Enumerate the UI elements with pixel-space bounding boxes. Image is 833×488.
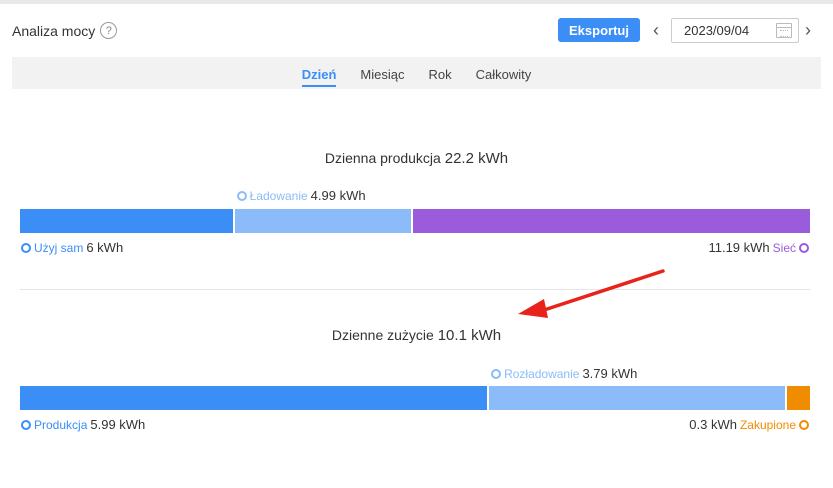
top-border [0, 0, 833, 4]
legend-purchased: 0.3 kWh Zakupione [689, 417, 809, 432]
legend-self-use-label: Użyj sam [34, 240, 84, 255]
legend-production-value: 5.99 kWh [90, 417, 146, 432]
self-use-dot-icon [21, 242, 31, 253]
production-bar-grid[interactable] [413, 209, 810, 233]
date-value: 2023/09/04 [684, 23, 750, 38]
production-bar-self-use[interactable] [20, 209, 233, 233]
legend-discharging-label: Rozładowanie [504, 366, 580, 381]
consumption-title: Dzienne zużycie 10.1 kWh [0, 327, 833, 344]
date-picker[interactable]: 2023/09/04 [671, 18, 799, 43]
legend-discharging-value: 3.79 kWh [582, 366, 638, 381]
legend-discharging: Rozładowanie 3.79 kWh [491, 366, 637, 381]
tab-month[interactable]: Miesiąc [348, 57, 416, 89]
legend-grid-value: 11.19 kWh [708, 240, 770, 255]
legend-charging-label: Ładowanie [249, 188, 308, 203]
help-icon[interactable]: ? [100, 22, 118, 39]
purchased-dot-icon [799, 419, 809, 430]
tab-day[interactable]: Dzień [290, 57, 349, 89]
legend-charging: Ładowanie 4.99 kWh [236, 188, 366, 203]
discharging-dot-icon [491, 368, 502, 379]
section-divider [20, 289, 810, 290]
legend-self-use-value: 6 kWh [86, 240, 124, 255]
period-tabs: Dzień Miesiąc Rok Całkowity [12, 57, 821, 89]
page-title-text: Analiza mocy [12, 22, 96, 39]
production-title-value: 22.2 kWh [444, 150, 509, 167]
consumption-title-text: Dzienne zużycie [331, 327, 434, 343]
legend-purchased-label: Zakupione [739, 417, 796, 432]
production-dot-icon [21, 419, 31, 430]
legend-grid: 11.19 kWh Sieć [708, 240, 809, 255]
consumption-title-value: 10.1 kWh [437, 327, 502, 344]
legend-production-label: Produkcja [34, 417, 88, 432]
charging-dot-icon [236, 190, 247, 201]
legend-charging-value: 4.99 kWh [310, 188, 366, 203]
consumption-bar-discharging[interactable] [489, 386, 785, 410]
production-bar-charging[interactable] [234, 209, 412, 233]
tab-year[interactable]: Rok [417, 57, 464, 89]
consumption-bar-production[interactable] [20, 386, 488, 410]
production-title-text: Dzienna produkcja [324, 150, 441, 166]
consumption-bar-purchased[interactable] [786, 386, 810, 410]
page-title: Analiza mocy ? [12, 22, 118, 39]
chevron-right-icon[interactable]: › [805, 19, 811, 41]
production-title: Dzienna produkcja 22.2 kWh [0, 150, 833, 167]
legend-purchased-value: 0.3 kWh [689, 417, 737, 432]
legend-self-use: Użyj sam 6 kWh [21, 240, 123, 255]
legend-production: Produkcja 5.99 kWh [21, 417, 145, 432]
export-button[interactable]: Eksportuj [558, 18, 640, 42]
chevron-left-icon[interactable]: ‹ [653, 19, 659, 41]
legend-grid-label: Sieć [772, 240, 796, 255]
grid-dot-icon [799, 242, 809, 253]
tab-total[interactable]: Całkowity [464, 57, 544, 89]
calendar-icon[interactable] [776, 23, 792, 38]
